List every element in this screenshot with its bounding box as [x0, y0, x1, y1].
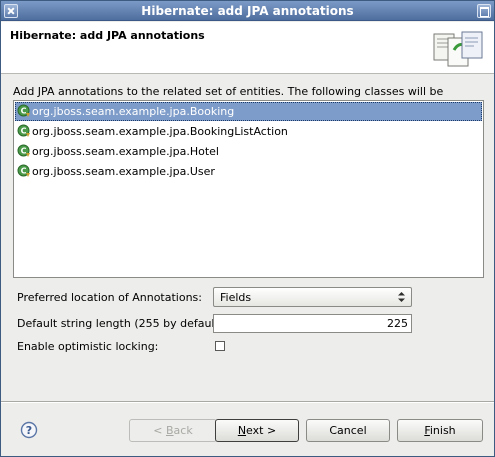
optimistic-locking-checkbox[interactable]	[215, 341, 225, 351]
list-item-label: org.jboss.seam.example.jpa.Hotel	[32, 145, 219, 158]
string-length-field[interactable]	[214, 315, 411, 332]
locking-label: Enable optimistic locking:	[17, 340, 159, 353]
location-select[interactable]: Fields	[213, 287, 412, 307]
svg-text:?: ?	[26, 424, 32, 437]
svg-text:C: C	[21, 167, 27, 176]
svg-text:C: C	[21, 127, 27, 136]
list-item[interactable]: C org.jboss.seam.example.jpa.Booking	[15, 102, 482, 121]
list-item-label: org.jboss.seam.example.jpa.Booking	[32, 105, 235, 118]
cancel-button[interactable]: Cancel	[306, 419, 390, 442]
back-button-prefix: <	[153, 424, 166, 437]
back-button[interactable]: < Back	[129, 419, 217, 442]
next-button[interactable]: Next >	[215, 419, 299, 442]
help-icon[interactable]: ?	[20, 421, 38, 439]
class-icon: C	[17, 164, 30, 177]
list-item[interactable]: C org.jboss.seam.example.jpa.BookingList…	[15, 122, 482, 141]
list-item-label: org.jboss.seam.example.jpa.BookingListAc…	[32, 125, 288, 138]
next-button-rest: ext >	[246, 424, 277, 437]
location-select-value: Fields	[220, 291, 252, 304]
maximize-window-icon[interactable]	[477, 4, 491, 18]
back-button-rest: ack	[173, 424, 193, 437]
wizard-annotation-icon	[433, 31, 483, 67]
list-item[interactable]: C org.jboss.seam.example.jpa.Hotel	[15, 142, 482, 161]
wizard-dialog: Hibernate: add JPA annotations Hibernate…	[0, 0, 495, 457]
updown-arrows-icon	[398, 292, 405, 302]
class-icon: C	[17, 124, 30, 137]
finish-button-rest: inish	[429, 424, 456, 437]
next-button-mnemonic: N	[237, 424, 247, 437]
class-icon: C	[17, 144, 30, 157]
svg-text:C: C	[21, 107, 27, 116]
string-length-field-box	[213, 314, 412, 333]
title-bar: Hibernate: add JPA annotations	[1, 1, 494, 21]
string-length-label: Default string length (255 by default):	[17, 317, 227, 330]
page-title: Hibernate: add JPA annotations	[10, 29, 205, 42]
button-bar-separator	[1, 401, 494, 403]
back-button-mnemonic: B	[166, 424, 174, 437]
list-item-label: org.jboss.seam.example.jpa.User	[32, 165, 215, 178]
classes-list[interactable]: C org.jboss.seam.example.jpa.Booking C o…	[13, 100, 484, 278]
class-icon: C	[17, 104, 30, 117]
finish-button[interactable]: Finish	[397, 419, 483, 442]
svg-text:C: C	[21, 147, 27, 156]
list-item[interactable]: C org.jboss.seam.example.jpa.User	[15, 162, 482, 181]
window-title: Hibernate: add JPA annotations	[141, 4, 354, 18]
location-label: Preferred location of Annotations:	[17, 291, 202, 304]
wizard-header: Hibernate: add JPA annotations	[1, 22, 494, 74]
